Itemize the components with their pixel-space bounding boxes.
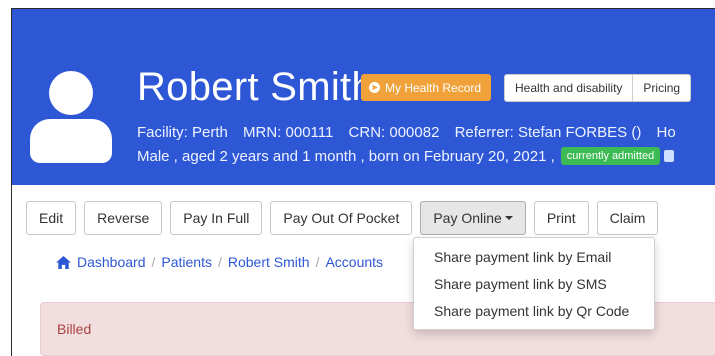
print-button[interactable]: Print <box>533 201 589 235</box>
pay-in-full-button[interactable]: Pay In Full <box>170 201 263 235</box>
mrn: MRN: 000111 <box>243 124 334 141</box>
breadcrumb-separator: / <box>315 254 320 270</box>
share-link-sms-item[interactable]: Share payment link by SMS <box>414 270 654 297</box>
reverse-button[interactable]: Reverse <box>84 201 163 235</box>
pay-online-label: Pay Online <box>433 210 502 226</box>
facility: Facility: Perth <box>137 124 228 141</box>
share-link-email-item[interactable]: Share payment link by Email <box>414 243 654 270</box>
edit-button[interactable]: Edit <box>26 201 77 235</box>
breadcrumb-accounts[interactable]: Accounts <box>325 254 383 270</box>
patient-header: Robert Smith ➤ My Health Record Health a… <box>12 9 715 185</box>
breadcrumb-patient[interactable]: Robert Smith <box>228 254 310 270</box>
action-toolbar: Edit Reverse Pay In Full Pay Out Of Pock… <box>26 201 659 235</box>
document-icon <box>664 150 675 162</box>
alert-text: Billed <box>57 321 92 337</box>
pay-online-button[interactable]: Pay Online <box>420 201 526 235</box>
my-health-record-label: My Health Record <box>385 80 482 95</box>
admitted-status-badge: currently admitted <box>560 147 661 165</box>
user-avatar-icon <box>30 71 112 163</box>
patient-name: Robert Smith <box>137 65 375 109</box>
info-trailing: Ho <box>656 124 676 141</box>
breadcrumb-separator: / <box>217 254 222 270</box>
patient-demographics-line: Male , aged 2 years and 1 month , born o… <box>137 147 675 165</box>
app-frame: Robert Smith ➤ My Health Record Health a… <box>11 8 715 356</box>
referrer: Referrer: Stefan FORBES () <box>454 124 642 141</box>
patient-info-line: Facility: Perth MRN: 000111 CRN: 000082 … <box>137 124 687 141</box>
share-link-qr-item[interactable]: Share payment link by Qr Code <box>414 297 654 324</box>
breadcrumb-separator: / <box>151 254 156 270</box>
header-button-group: Health and disability Pricing <box>504 74 692 102</box>
breadcrumb: Dashboard / Patients / Robert Smith / Ac… <box>56 254 383 270</box>
demographics: Male , aged 2 years and 1 month , born o… <box>137 147 555 165</box>
caret-down-icon <box>504 216 513 220</box>
home-icon <box>56 255 71 269</box>
crn: CRN: 000082 <box>348 124 440 141</box>
pricing-button[interactable]: Pricing <box>633 74 692 102</box>
health-and-disability-button[interactable]: Health and disability <box>504 74 634 102</box>
claim-button[interactable]: Claim <box>596 201 659 235</box>
arrow-circle-right-icon: ➤ <box>369 82 380 93</box>
pay-out-of-pocket-button[interactable]: Pay Out Of Pocket <box>270 201 413 235</box>
breadcrumb-patients[interactable]: Patients <box>161 254 212 270</box>
my-health-record-button[interactable]: ➤ My Health Record <box>361 74 492 101</box>
pay-online-dropdown-menu: Share payment link by Email Share paymen… <box>413 237 655 330</box>
breadcrumb-dashboard[interactable]: Dashboard <box>77 254 146 270</box>
